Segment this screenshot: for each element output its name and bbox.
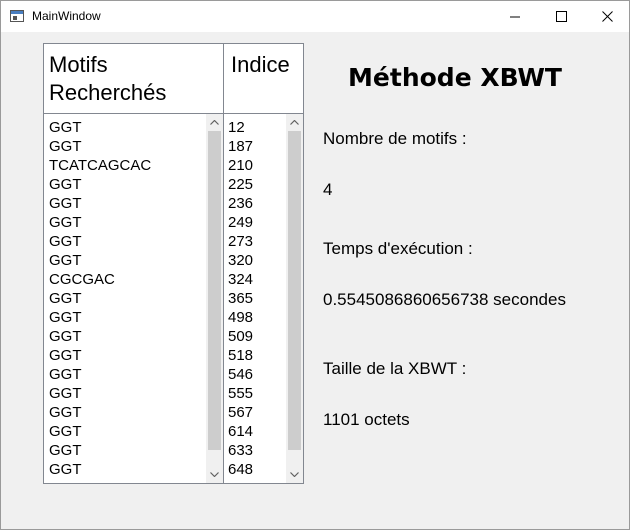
list-item[interactable]: 187 [224,137,286,156]
list-item[interactable]: 365 [224,289,286,308]
motifs-listbox[interactable]: Motifs Recherchés GGT GGT TCATCAGCAC GGT GGT… [43,43,224,484]
list-item[interactable]: GGT [44,403,206,422]
list-item[interactable]: GGT [44,460,206,479]
list-item[interactable]: 273 [224,232,286,251]
indice-scrollbar[interactable] [286,114,303,483]
list-item[interactable]: GGT [44,327,206,346]
motifs-scroll-up-button[interactable] [206,114,223,131]
title-bar[interactable]: MainWindow [1,1,629,32]
list-item[interactable]: 236 [224,194,286,213]
list-item[interactable]: GGT [44,251,206,270]
motifs-items: GGT GGT TCATCAGCAC GGT GGT GGT GGT GGT CGCGAC GGT… [44,114,206,483]
list-item[interactable]: 546 [224,365,286,384]
execution-time-value: 0.5545086860656738 secondes [323,290,566,309]
maximize-icon [556,11,567,22]
method-heading: Méthode XBWT [348,63,562,92]
list-item[interactable]: GGT [44,194,206,213]
motif-count-label: Nombre de motifs : [323,129,467,148]
list-item[interactable]: 249 [224,213,286,232]
motifs-scroll-thumb[interactable] [208,131,221,450]
list-item[interactable]: 567 [224,403,286,422]
indice-scroll-down-button[interactable] [286,466,303,483]
app-window-icon [10,10,24,22]
chevron-down-icon [210,472,219,477]
minimize-button[interactable] [493,1,539,32]
list-item[interactable]: 633 [224,441,286,460]
list-item[interactable]: 555 [224,384,286,403]
indice-listbox[interactable]: Indice 12 187 210 225 236 249 273 320 324 365 498 5… [223,43,304,484]
list-item[interactable]: 210 [224,156,286,175]
execution-time-label: Temps d'exécution : [323,239,473,258]
close-button[interactable] [585,1,630,32]
list-item[interactable]: GGT [44,384,206,403]
list-item[interactable]: 509 [224,327,286,346]
xbwt-size-value: 1101 octets [323,410,410,429]
motifs-scroll-down-button[interactable] [206,466,223,483]
list-item[interactable]: GGT [44,422,206,441]
main-window: MainWindow Motifs Recherchés GGT GGT TCATC… [0,0,630,530]
list-item[interactable]: GGT [44,346,206,365]
list-item[interactable]: 324 [224,270,286,289]
list-item[interactable]: GGT [44,232,206,251]
xbwt-size-label: Taille de la XBWT : [323,359,467,378]
list-item[interactable]: 320 [224,251,286,270]
minimize-icon [510,16,520,18]
list-item[interactable]: GGT [44,118,206,137]
indice-items: 12 187 210 225 236 249 273 320 324 365 498 509 518 54… [224,114,286,483]
window-title: MainWindow [32,9,101,23]
list-item[interactable]: 225 [224,175,286,194]
list-item[interactable]: CGCGAC [44,270,206,289]
list-item[interactable]: GGT [44,175,206,194]
list-item[interactable]: GGT [44,441,206,460]
list-item[interactable]: 648 [224,460,286,479]
motifs-header: Motifs Recherchés [44,44,223,114]
indice-scroll-up-button[interactable] [286,114,303,131]
list-item[interactable]: 614 [224,422,286,441]
list-item[interactable]: 12 [224,118,286,137]
indice-scroll-thumb[interactable] [288,131,301,450]
list-item[interactable]: GGT [44,289,206,308]
list-item[interactable]: GGT [44,365,206,384]
chevron-up-icon [290,120,299,125]
motif-count-value: 4 [323,180,333,199]
list-item[interactable]: TCATCAGCAC [44,156,206,175]
list-item[interactable]: 518 [224,346,286,365]
close-icon [602,11,613,22]
motifs-scrollbar[interactable] [206,114,223,483]
list-item[interactable]: GGT [44,213,206,232]
list-item[interactable]: GGT [44,308,206,327]
list-item[interactable]: GGT [44,137,206,156]
maximize-button[interactable] [539,1,585,32]
chevron-down-icon [290,472,299,477]
list-item[interactable]: 498 [224,308,286,327]
indice-header: Indice [224,44,303,114]
chevron-up-icon [210,120,219,125]
